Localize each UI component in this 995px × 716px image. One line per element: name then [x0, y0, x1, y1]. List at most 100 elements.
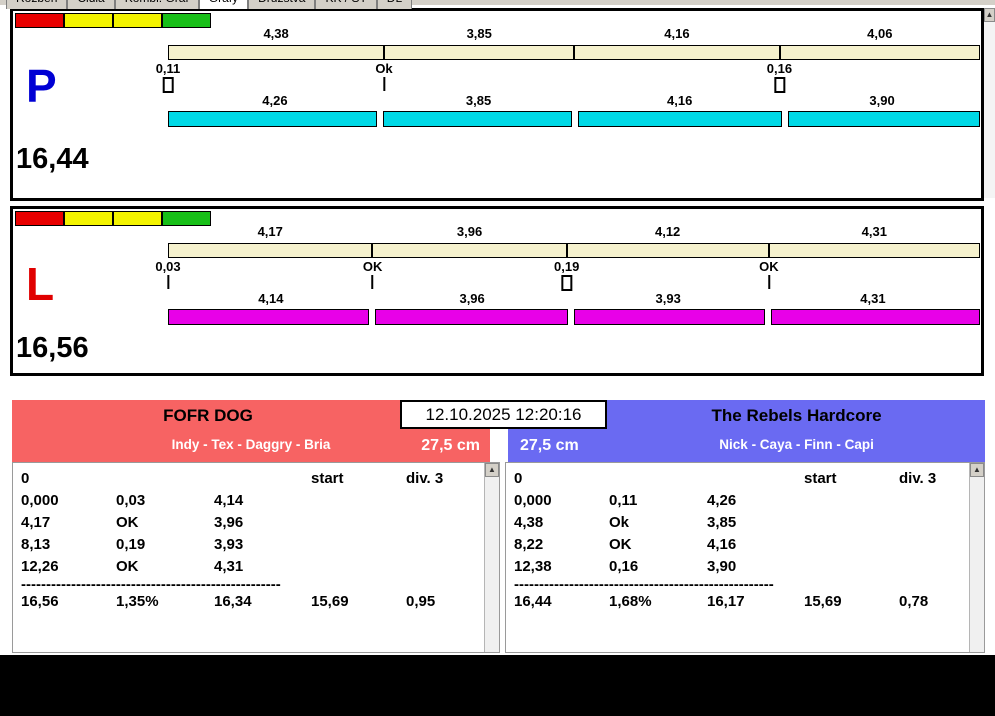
- table-cell: Ok: [609, 512, 707, 534]
- tab-kk-st[interactable]: KK / ST: [315, 0, 376, 9]
- crossing-label: Ok: [375, 61, 392, 76]
- tab-dl[interactable]: DL: [377, 0, 412, 9]
- table-cell: 4,14: [214, 490, 311, 512]
- table-row: 12,26 OK 4,31: [21, 556, 499, 578]
- table-cell: [311, 534, 406, 556]
- lane-letter: L: [26, 261, 54, 307]
- crossing-label: 0,03: [155, 259, 180, 274]
- table-cell: 16,56: [21, 591, 116, 613]
- table-scrollbar[interactable]: ▲: [969, 463, 984, 652]
- sensor-marker: OK: [363, 259, 383, 289]
- table-cell: 16,17: [707, 591, 804, 613]
- team-right-results-table: 0 start div. 3 0,000 0,11 4,26 4,38 Ok 3…: [505, 462, 985, 653]
- tab-label: Čidla: [77, 0, 104, 5]
- legend-yellow-swatch: [64, 13, 113, 28]
- table-cell: 16,44: [514, 591, 609, 613]
- crossing-tick-icon: [372, 275, 374, 289]
- tab-rozbeh[interactable]: Rozběh: [6, 0, 67, 9]
- table-cell: 15,69: [804, 591, 899, 613]
- top-split-values: 4,17 3,96 4,12 4,31: [168, 224, 980, 240]
- table-divider: ----------------------------------------…: [514, 578, 804, 591]
- crossing-label: OK: [363, 259, 383, 274]
- legend-yellow-swatch: [64, 211, 113, 226]
- crossing-tick-icon: [167, 275, 169, 289]
- table-cell: [311, 556, 406, 578]
- app-window: Rozběh Čidla Kombi. Graf Grafy Družstva …: [0, 0, 995, 716]
- tab-grafy[interactable]: Grafy: [199, 0, 248, 9]
- table-cell: [707, 468, 804, 490]
- bar-segment: [768, 244, 979, 257]
- tab-kombi-graf[interactable]: Kombi. Graf: [115, 0, 199, 9]
- lane-total-time: 16,44: [16, 144, 89, 176]
- up-arrow-icon: ▲: [973, 465, 981, 474]
- table-cell: [311, 490, 406, 512]
- table-cell: 3,96: [214, 512, 311, 534]
- table-cell: OK: [116, 512, 214, 534]
- tab-cidla[interactable]: Čidla: [67, 0, 114, 9]
- scroll-up-button[interactable]: ▲: [984, 8, 995, 22]
- table-cell: 4,38: [514, 512, 609, 534]
- datetime-display: 12.10.2025 12:20:16: [400, 400, 607, 429]
- bar-segment: [371, 244, 565, 257]
- sensor-marker: OK: [759, 259, 779, 289]
- crossing-tick-icon: [768, 275, 770, 289]
- bottom-black-strip: [0, 655, 995, 716]
- sensor-markers: 0,03 OK 0,19 OK: [168, 259, 980, 293]
- tab-label: Kombi. Graf: [125, 0, 189, 5]
- scroll-up-button[interactable]: ▲: [485, 463, 499, 477]
- crossing-label: 0,19: [554, 259, 579, 274]
- table-cell: 0,16: [609, 556, 707, 578]
- bar-segment: [383, 111, 572, 127]
- top-split-values: 4,38 3,85 4,16 4,06: [168, 26, 980, 42]
- crossing-label: 0,11: [156, 61, 181, 76]
- table-row: 0,000 0,03 4,14: [21, 490, 499, 512]
- bar-segment: [168, 111, 377, 127]
- split-value: 4,31: [769, 224, 980, 240]
- team-dogs: Indy - Tex - Daggry - Bria: [12, 432, 490, 452]
- table-cell: 0,03: [116, 490, 214, 512]
- legend-yellow2-swatch: [113, 211, 162, 226]
- team-left-results-table: 0 start div. 3 0,000 0,03 4,14 4,17 OK 3…: [12, 462, 500, 653]
- table-row: 4,38 Ok 3,85: [514, 512, 984, 534]
- top-splits-bar: [168, 243, 980, 258]
- split-value: 3,85: [382, 93, 575, 109]
- crossing-label: OK: [759, 259, 779, 274]
- lane-l-panel: L 16,56 4,17 3,96 4,12 4,31 0,03: [10, 206, 984, 376]
- table-cell: [311, 512, 406, 534]
- bar-segment: [788, 111, 980, 127]
- split-value: 4,16: [574, 26, 779, 42]
- split-value: 4,17: [168, 224, 372, 240]
- table-scrollbar[interactable]: ▲: [484, 463, 499, 652]
- lane-letter: P: [26, 63, 57, 109]
- run-chart: 4,38 3,85 4,16 4,06 0,11 Ok: [168, 11, 980, 198]
- tab-druzstva[interactable]: Družstva: [248, 0, 315, 9]
- table-cell: 3,85: [707, 512, 804, 534]
- table-row: 12,38 0,16 3,90: [514, 556, 984, 578]
- table-cell: start: [804, 468, 899, 490]
- bar-segment: [578, 111, 782, 127]
- legend-yellow2-swatch: [113, 13, 162, 28]
- window-scrollbar[interactable]: ▲: [984, 8, 995, 198]
- split-value: 4,38: [168, 26, 384, 42]
- table-cell: [804, 556, 899, 578]
- split-value: 4,16: [575, 93, 784, 109]
- bar-segment: [771, 309, 980, 325]
- sensor-marker: Ok: [375, 61, 392, 91]
- table-cell: 0: [514, 468, 609, 490]
- crossing-box-icon: [163, 77, 174, 93]
- table-cell: [116, 468, 214, 490]
- table-cell: 4,26: [707, 490, 804, 512]
- team-name: FOFR DOG: [12, 406, 404, 426]
- lane-p-panel: P 16,44 4,38 3,85 4,16 4,06 0,11: [10, 8, 984, 201]
- lane-total-time: 16,56: [16, 333, 89, 365]
- bar-segment: [383, 46, 573, 59]
- split-value: 3,90: [784, 93, 980, 109]
- bottom-splits-bar: [168, 309, 980, 325]
- table-total-row: 16,44 1,68% 16,17 15,69 0,78: [514, 591, 984, 613]
- bar-segment: [169, 46, 383, 59]
- bottom-split-values: 4,14 3,96 3,93 4,31: [168, 291, 980, 307]
- tab-label: KK / ST: [325, 0, 366, 5]
- sensor-markers: 0,11 Ok 0,16: [168, 61, 980, 95]
- scroll-up-button[interactable]: ▲: [970, 463, 984, 477]
- crossing-label: 0,16: [767, 61, 792, 76]
